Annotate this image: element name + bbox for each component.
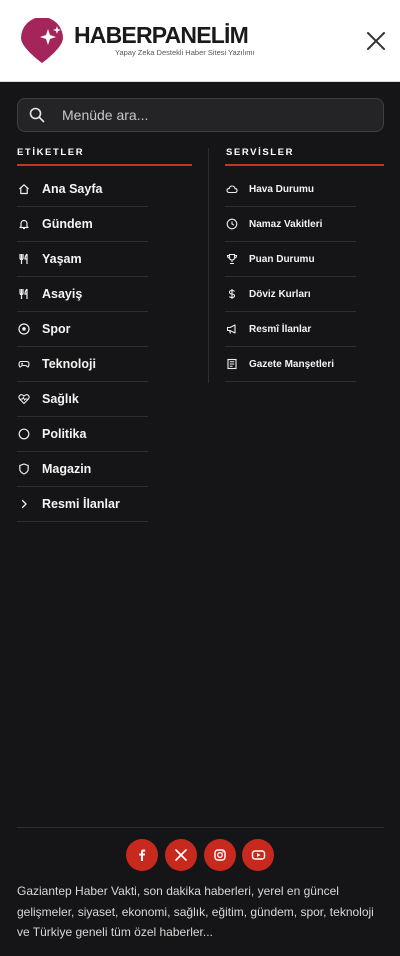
megaphone-icon [226,323,238,335]
column-divider [208,148,209,383]
menu-item-label: Resmi İlanlar [42,497,120,511]
menu-item-politika[interactable]: Politika [17,417,148,452]
instagram-button[interactable] [204,839,236,871]
brand-name[interactable]: HABERPANELİM [74,22,249,48]
footer-description: Gaziantep Haber Vakti, son dakika haberl… [17,884,374,939]
menu-item-gundem[interactable]: Gündem [17,207,148,242]
services-menu: Hava Durumu Namaz Vakitleri Puan Durumu … [225,172,356,382]
footer-divider [17,827,384,828]
brand-tagline: Yapay Zeka Destekli Haber Sitesi Yazılım… [115,48,255,57]
trophy-icon [226,253,238,265]
dollar-icon [226,288,238,300]
service-item-label: Resmî İlanlar [249,323,312,335]
menu-item-label: Spor [42,322,71,336]
close-icon [367,32,385,50]
service-item-hava-durumu[interactable]: Hava Durumu [225,172,356,207]
menu-search [17,98,384,132]
utensils-icon [18,288,30,300]
menu-item-resmi-ilanlar[interactable]: Resmi İlanlar [17,487,148,522]
tags-menu: Ana Sayfa Gündem Yaşam Asayiş Spor Tekno… [17,172,148,522]
service-item-resmi-ilanlar[interactable]: Resmî İlanlar [225,312,356,347]
instagram-icon [214,849,226,861]
circle-icon [18,428,30,440]
service-item-namaz-vakitleri[interactable]: Namaz Vakitleri [225,207,356,242]
facebook-button[interactable] [126,839,158,871]
cloud-icon [226,183,238,195]
tags-title: ETİKETLER [17,147,85,158]
home-icon [18,183,30,195]
services-title-underline [225,164,384,166]
service-item-puan-durumu[interactable]: Puan Durumu [225,242,356,277]
menu-item-asayis[interactable]: Asayiş [17,277,148,312]
shield-icon [18,463,30,475]
service-item-label: Döviz Kurları [249,288,311,300]
menu-item-teknoloji[interactable]: Teknoloji [17,347,148,382]
chevron-right-icon [18,498,30,510]
close-menu-button[interactable] [360,26,392,56]
menu-item-ana-sayfa[interactable]: Ana Sayfa [17,172,148,207]
x-button[interactable] [165,839,197,871]
bell-icon [18,218,30,230]
menu-item-label: Asayiş [42,287,83,301]
service-item-gazete-mansetleri[interactable]: Gazete Manşetleri [225,347,356,382]
x-icon [175,849,187,861]
menu-item-label: Sağlık [42,392,79,406]
youtube-button[interactable] [242,839,274,871]
youtube-icon [251,850,265,860]
search-icon [29,107,45,123]
menu-item-yasam[interactable]: Yaşam [17,242,148,277]
soccer-ball-icon [18,323,30,335]
tags-title-underline [17,164,192,166]
clock-icon [226,218,238,230]
menu-item-label: Politika [42,427,87,441]
menu-item-label: Gündem [42,217,93,231]
social-links [126,839,276,871]
service-item-label: Gazete Manşetleri [249,358,335,370]
utensils-icon [18,253,30,265]
service-item-label: Hava Durumu [249,183,315,195]
heart-pulse-icon [18,393,30,405]
search-input[interactable] [62,103,362,127]
newspaper-icon [226,358,238,370]
menu-item-saglik[interactable]: Sağlık [17,382,148,417]
facebook-icon [139,849,146,861]
menu-item-magazin[interactable]: Magazin [17,452,148,487]
services-title: SERVİSLER [226,147,295,158]
menu-item-label: Ana Sayfa [42,182,103,196]
menu-item-label: Magazin [42,462,92,476]
menu-item-spor[interactable]: Spor [17,312,148,347]
menu-item-label: Yaşam [42,252,82,266]
menu-item-label: Teknoloji [42,357,96,371]
service-item-doviz-kurlari[interactable]: Döviz Kurları [225,277,356,312]
service-item-label: Puan Durumu [249,253,315,265]
gamepad-icon [18,358,30,370]
site-header: HABERPANELİM Yapay Zeka Destekli Haber S… [0,0,400,82]
service-item-label: Namaz Vakitleri [249,218,323,230]
logo[interactable] [18,17,66,64]
